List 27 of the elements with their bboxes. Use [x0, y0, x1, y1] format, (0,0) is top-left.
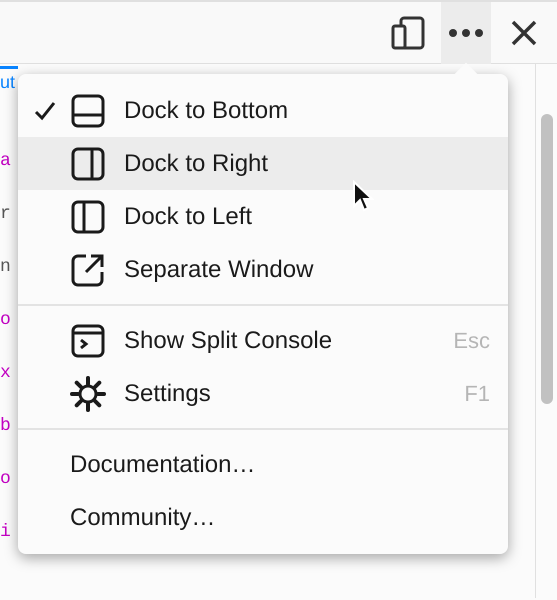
tag-name-text: i	[0, 522, 11, 542]
menu-item[interactable]: Dock to Bottom	[18, 84, 508, 137]
external-window-icon	[70, 252, 106, 288]
more-options-icon	[448, 28, 484, 38]
gear-icon	[70, 376, 106, 412]
tag-name-text: b	[0, 416, 11, 436]
tag-name-text: a	[0, 151, 11, 171]
menu-item[interactable]: Documentation…	[18, 438, 508, 491]
tag-name-text: o	[0, 310, 11, 330]
console-icon	[70, 322, 106, 358]
menu-item[interactable]: Dock to Right	[18, 137, 508, 190]
panel-text: n	[0, 257, 11, 277]
tag-name-text: o	[0, 469, 11, 489]
menu-item[interactable]: Show Split Console Esc	[18, 314, 508, 367]
dock-left-icon	[70, 198, 106, 234]
menu-item[interactable]: Separate Window	[18, 243, 508, 296]
shortcut-text: Esc	[453, 327, 490, 355]
dock-right-icon	[70, 146, 106, 182]
more-options-button[interactable]	[441, 2, 491, 64]
shortcut-text: F1	[464, 380, 490, 408]
panel-text: r	[0, 204, 11, 224]
dock-bottom-icon	[70, 92, 106, 128]
menu-item[interactable]: Dock to Left	[18, 190, 508, 243]
tag-name-text: x	[0, 363, 11, 383]
scrollbar-thumb[interactable]	[540, 114, 552, 404]
menu-item[interactable]: Community…	[18, 491, 508, 544]
menu-item[interactable]: Settings F1	[18, 367, 508, 420]
